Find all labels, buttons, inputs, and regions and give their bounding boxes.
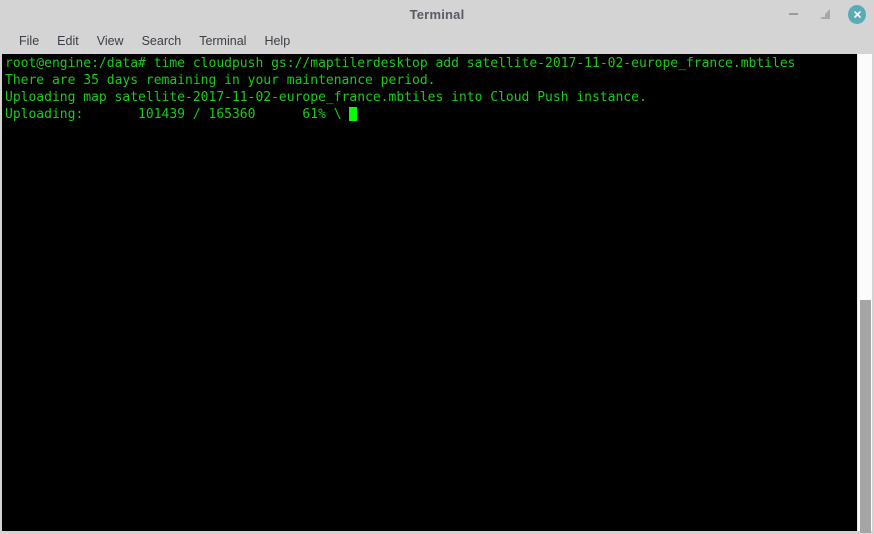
menu-item-search[interactable]: Search (133, 32, 191, 50)
terminal-body: root@engine:/data# time cloudpush gs://m… (0, 54, 874, 534)
terminal-screen[interactable]: root@engine:/data# time cloudpush gs://m… (2, 54, 857, 531)
terminal-progress-text: Uploading: 101439 / 165360 61% \ (5, 107, 350, 122)
close-button[interactable] (848, 4, 866, 24)
scrollbar-thumb[interactable] (860, 300, 871, 533)
terminal-cursor (349, 107, 358, 121)
maximize-icon (820, 9, 830, 19)
window-controls (784, 0, 866, 28)
close-icon (848, 4, 866, 24)
menubar: File Edit View Search Terminal Help (0, 28, 874, 54)
menu-item-terminal[interactable]: Terminal (190, 32, 255, 50)
titlebar[interactable]: Terminal (0, 0, 874, 28)
minimize-button[interactable] (784, 5, 802, 23)
terminal-line-uploading-map: Uploading map satellite-2017-11-02-europ… (5, 90, 647, 105)
terminal-window: Terminal File Edit View Search Terminal … (0, 0, 874, 534)
vertical-scrollbar[interactable] (857, 54, 872, 533)
menu-item-help[interactable]: Help (255, 32, 299, 50)
maximize-button[interactable] (816, 5, 834, 23)
minimize-icon (788, 13, 798, 15)
terminal-line-maintenance: There are 35 days remaining in your main… (5, 73, 436, 88)
window-title: Terminal (409, 6, 465, 22)
terminal-line-progress: Uploading: 101439 / 165360 61% \ (5, 106, 857, 123)
menu-item-view[interactable]: View (88, 32, 133, 50)
menu-item-file[interactable]: File (10, 32, 48, 50)
terminal-line-command: root@engine:/data# time cloudpush gs://m… (5, 56, 796, 71)
menu-item-edit[interactable]: Edit (48, 32, 88, 50)
